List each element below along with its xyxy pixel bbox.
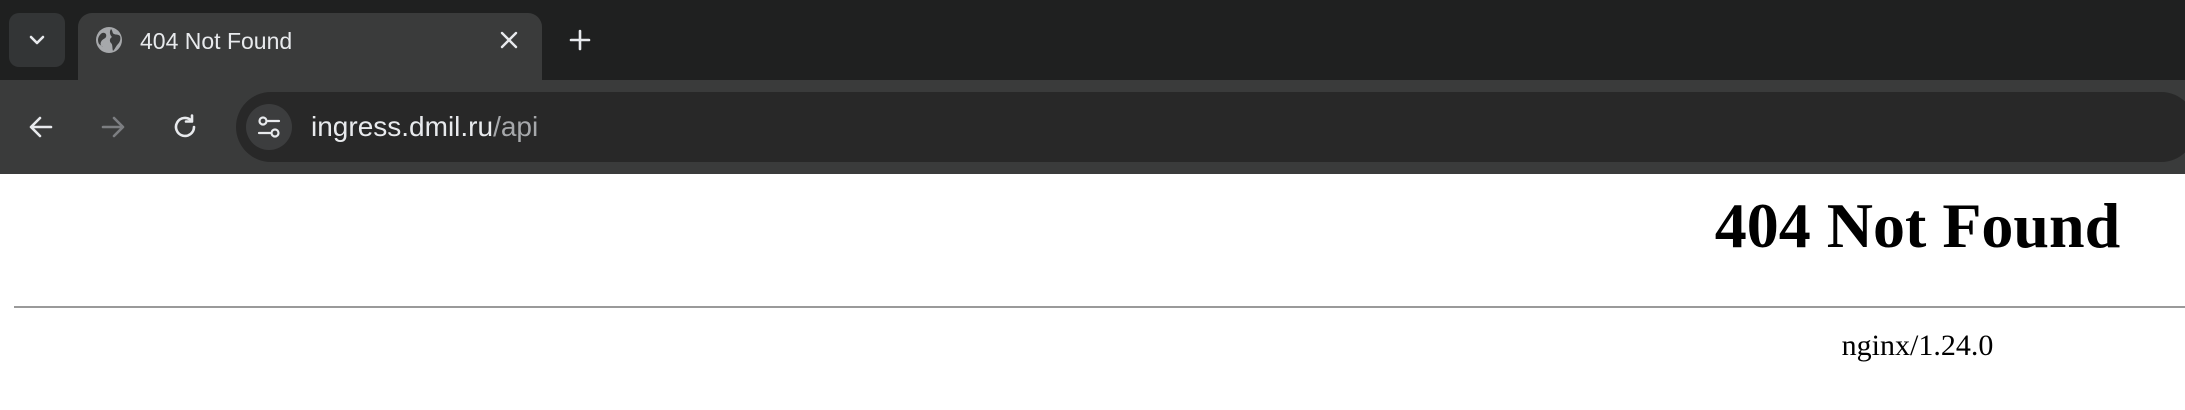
url-text[interactable]: ingress.dmil.ru/api — [311, 111, 538, 143]
page-title: 404 Not Found — [1714, 190, 2121, 261]
reload-button[interactable] — [161, 103, 209, 151]
back-button[interactable] — [17, 103, 65, 151]
page-content: 404 Not Found nginx/1.24.0 — [0, 174, 2185, 410]
server-signature: nginx/1.24.0 — [1841, 329, 1994, 362]
tune-icon — [257, 116, 281, 138]
tab-active[interactable]: 404 Not Found — [78, 13, 542, 80]
url-host: ingress.dmil.ru — [311, 111, 494, 142]
site-info-button[interactable] — [246, 104, 292, 150]
close-tab-button[interactable] — [496, 27, 522, 53]
viewport: 404 Not Found nginx/1.24.0 — [0, 174, 2185, 410]
new-tab-button[interactable] — [560, 20, 600, 60]
tab-title: 404 Not Found — [140, 28, 293, 54]
divider — [14, 306, 2185, 308]
reload-icon — [174, 114, 196, 138]
close-icon — [500, 31, 518, 49]
arrow-right-icon — [101, 116, 125, 138]
globe-icon — [96, 27, 122, 53]
arrow-left-icon — [29, 116, 53, 138]
tab-search-button[interactable] — [9, 13, 65, 67]
tab-strip: 404 Not Found — [0, 0, 2185, 80]
toolbar: ingress.dmil.ru/api — [0, 80, 2185, 174]
address-bar[interactable]: ingress.dmil.ru/api — [236, 92, 2185, 162]
url-path: /api — [493, 111, 539, 142]
plus-icon — [569, 29, 591, 51]
chevron-down-icon — [29, 35, 45, 45]
forward-button[interactable] — [89, 103, 137, 151]
